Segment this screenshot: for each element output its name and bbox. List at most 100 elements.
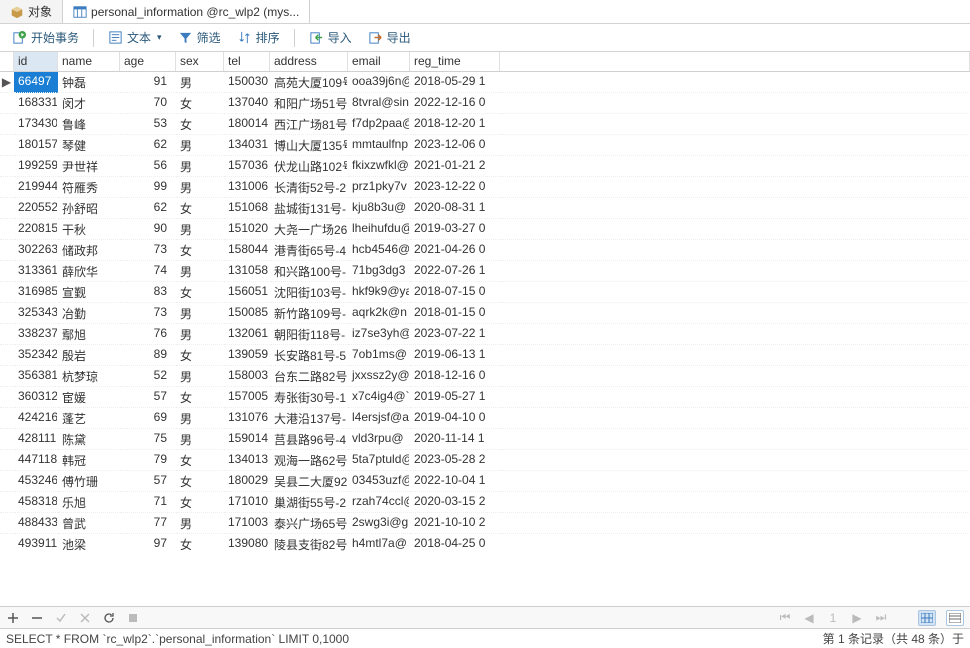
- cell-address[interactable]: 伏龙山路102号: [270, 156, 348, 177]
- grid-header[interactable]: id name age sex tel address email reg_ti…: [0, 52, 970, 72]
- cell-reg[interactable]: 2020-11-14 1: [410, 429, 500, 450]
- cell-tel[interactable]: 157036: [224, 156, 270, 177]
- cell-email[interactable]: l4ersjsf@a: [348, 408, 410, 429]
- cell-sex[interactable]: 男: [176, 135, 224, 156]
- cell-sex[interactable]: 女: [176, 345, 224, 366]
- cell-id[interactable]: 325343: [14, 303, 58, 324]
- cell-reg[interactable]: 2019-04-10 0: [410, 408, 500, 429]
- cell-age[interactable]: 77: [120, 513, 176, 534]
- cell-tel[interactable]: 180014: [224, 114, 270, 135]
- cell-reg[interactable]: 2020-03-15 2: [410, 492, 500, 513]
- table-row[interactable]: 458318乐旭71女171010巢湖街55号-2rzah74ccl@2020-…: [0, 492, 970, 513]
- cell-tel[interactable]: 158044: [224, 240, 270, 261]
- cell-reg[interactable]: 2018-04-25 0: [410, 534, 500, 555]
- cell-name[interactable]: 傅竹珊: [58, 471, 120, 492]
- col-email[interactable]: email: [348, 52, 410, 71]
- cell-age[interactable]: 53: [120, 114, 176, 135]
- cell-address[interactable]: 港青街65号-4: [270, 240, 348, 261]
- col-age[interactable]: age: [120, 52, 176, 71]
- cell-sex[interactable]: 男: [176, 303, 224, 324]
- cell-name[interactable]: 尹世祥: [58, 156, 120, 177]
- cell-reg[interactable]: 2018-05-29 1: [410, 72, 500, 93]
- col-address[interactable]: address: [270, 52, 348, 71]
- cell-sex[interactable]: 男: [176, 261, 224, 282]
- cell-reg[interactable]: 2019-05-27 1: [410, 387, 500, 408]
- cell-reg[interactable]: 2018-12-16 0: [410, 366, 500, 387]
- cell-sex[interactable]: 女: [176, 198, 224, 219]
- cell-email[interactable]: jxxssz2y@: [348, 366, 410, 387]
- cell-tel[interactable]: 151020: [224, 219, 270, 240]
- import-button[interactable]: 导入: [303, 27, 358, 48]
- cell-age[interactable]: 52: [120, 366, 176, 387]
- cell-address[interactable]: 和阳广场51号: [270, 93, 348, 114]
- cell-tel[interactable]: 159014: [224, 429, 270, 450]
- col-reg[interactable]: reg_time: [410, 52, 500, 71]
- cell-email[interactable]: hcb4546@: [348, 240, 410, 261]
- cell-tel[interactable]: 180029: [224, 471, 270, 492]
- cell-email[interactable]: vld3rpu@: [348, 429, 410, 450]
- filter-button[interactable]: 筛选: [172, 27, 227, 48]
- table-row[interactable]: ▶66497钟磊91男150030高苑大厦109号ooa39j6n@2018-0…: [0, 72, 970, 93]
- cell-sex[interactable]: 女: [176, 492, 224, 513]
- cell-tel[interactable]: 151068: [224, 198, 270, 219]
- table-row[interactable]: 168331闵才70女137040和阳广场51号8tvral@sin2022-1…: [0, 93, 970, 114]
- cell-name[interactable]: 殷岩: [58, 345, 120, 366]
- cell-id[interactable]: 66497: [14, 72, 58, 93]
- cell-age[interactable]: 62: [120, 198, 176, 219]
- cell-sex[interactable]: 男: [176, 219, 224, 240]
- table-row[interactable]: 199259尹世祥56男157036伏龙山路102号fkixzwfkl@2021…: [0, 156, 970, 177]
- cell-sex[interactable]: 女: [176, 240, 224, 261]
- cell-sex[interactable]: 男: [176, 324, 224, 345]
- delete-row-button[interactable]: [30, 611, 44, 625]
- table-row[interactable]: 447118韩冠79女134013观海一路62号5ta7ptuld@2023-0…: [0, 450, 970, 471]
- last-button[interactable]: ⏭: [874, 611, 888, 625]
- cell-name[interactable]: 曾武: [58, 513, 120, 534]
- table-row[interactable]: 302263储政邦73女158044港青街65号-4hcb4546@2021-0…: [0, 240, 970, 261]
- cell-age[interactable]: 97: [120, 534, 176, 555]
- cell-age[interactable]: 79: [120, 450, 176, 471]
- cell-address[interactable]: 泰兴广场65号: [270, 513, 348, 534]
- cell-address[interactable]: 寿张街30号-1: [270, 387, 348, 408]
- cell-age[interactable]: 89: [120, 345, 176, 366]
- cell-name[interactable]: 韩冠: [58, 450, 120, 471]
- cell-id[interactable]: 352342: [14, 345, 58, 366]
- sort-button[interactable]: 排序: [231, 27, 286, 48]
- cell-address[interactable]: 西江广场81号: [270, 114, 348, 135]
- cell-address[interactable]: 大尧一广场26: [270, 219, 348, 240]
- table-row[interactable]: 356381杭梦琼52男158003台东二路82号jxxssz2y@2018-1…: [0, 366, 970, 387]
- cell-reg[interactable]: 2023-12-22 0: [410, 177, 500, 198]
- data-grid[interactable]: id name age sex tel address email reg_ti…: [0, 52, 970, 606]
- cell-email[interactable]: kju8b3u@: [348, 198, 410, 219]
- table-row[interactable]: 424216蓬艺69男131076大港沿137号-l4ersjsf@a2019-…: [0, 408, 970, 429]
- cell-age[interactable]: 56: [120, 156, 176, 177]
- cell-reg[interactable]: 2020-08-31 1: [410, 198, 500, 219]
- cell-address[interactable]: 长清街52号-2: [270, 177, 348, 198]
- cell-id[interactable]: 458318: [14, 492, 58, 513]
- col-id[interactable]: id: [14, 52, 58, 71]
- cell-age[interactable]: 75: [120, 429, 176, 450]
- cell-name[interactable]: 孙舒昭: [58, 198, 120, 219]
- cell-age[interactable]: 57: [120, 471, 176, 492]
- cell-email[interactable]: x7c4ig4@`: [348, 387, 410, 408]
- cell-id[interactable]: 360312: [14, 387, 58, 408]
- cell-email[interactable]: ooa39j6n@: [348, 72, 410, 93]
- cell-name[interactable]: 鄢旭: [58, 324, 120, 345]
- cell-address[interactable]: 观海一路62号: [270, 450, 348, 471]
- cell-id[interactable]: 338237: [14, 324, 58, 345]
- first-button[interactable]: ⏮: [778, 611, 792, 625]
- table-row[interactable]: 220815干秋90男151020大尧一广场26lheihufdu@2019-0…: [0, 219, 970, 240]
- cell-sex[interactable]: 男: [176, 408, 224, 429]
- cell-age[interactable]: 91: [120, 72, 176, 93]
- cell-sex[interactable]: 女: [176, 282, 224, 303]
- cell-address[interactable]: 吴县二大厦92: [270, 471, 348, 492]
- cell-tel[interactable]: 157005: [224, 387, 270, 408]
- cell-age[interactable]: 73: [120, 303, 176, 324]
- cell-id[interactable]: 180157: [14, 135, 58, 156]
- cell-address[interactable]: 盐城街131号-: [270, 198, 348, 219]
- cell-sex[interactable]: 男: [176, 72, 224, 93]
- cell-age[interactable]: 99: [120, 177, 176, 198]
- refresh-button[interactable]: [102, 611, 116, 625]
- form-view-button[interactable]: [946, 610, 964, 626]
- table-row[interactable]: 180157琴健62男134031博山大厦135号mmtaulfnp2023-1…: [0, 135, 970, 156]
- cell-sex[interactable]: 男: [176, 513, 224, 534]
